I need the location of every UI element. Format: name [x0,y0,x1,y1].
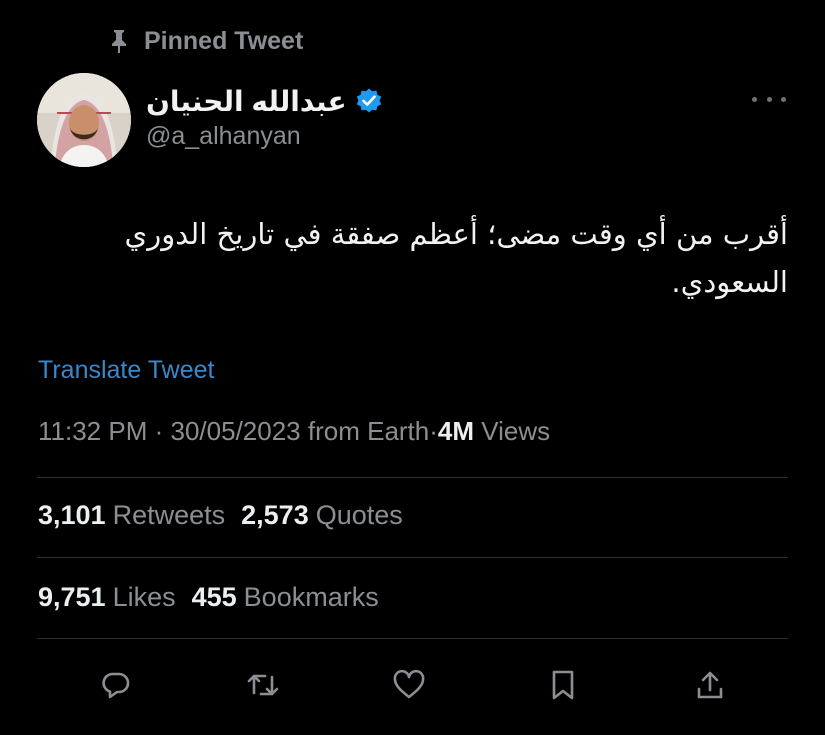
separator-dot: · [429,416,438,446]
reply-button[interactable] [93,662,139,708]
bookmarks-stat[interactable]: 455 Bookmarks [192,582,379,613]
author-name-row[interactable]: عبدالله الحنيان [146,82,383,120]
divider [37,557,788,558]
quotes-stat[interactable]: 2,573 Quotes [241,500,403,531]
divider [37,477,788,478]
more-dot-icon [766,96,772,102]
bookmarks-label: Bookmarks [243,582,379,612]
bookmarks-count: 455 [191,582,237,612]
tweet-text: أقرب من أي وقت مضى؛ أعظم صفقة في تاريخ ا… [124,217,789,299]
retweets-label: Retweets [112,500,226,530]
stats-row-likes: 9,751 Likes 455 Bookmarks [38,582,379,613]
quotes-label: Quotes [315,500,403,530]
tweet-time[interactable]: 11:32 PM [38,416,147,446]
bookmark-button[interactable] [540,662,586,708]
stats-row-retweets: 3,101 Retweets 2,573 Quotes [38,500,403,531]
views-label: Views [481,416,551,446]
pinned-tweet-indicator: Pinned Tweet [108,26,303,56]
views-count: 4M [437,416,475,446]
retweets-count: 3,101 [38,500,106,530]
more-options-button[interactable] [752,90,786,108]
more-dot-icon [752,96,757,102]
tweet-action-bar [0,662,825,708]
tweet-date[interactable]: 30/05/2023 [171,416,301,446]
quotes-count: 2,573 [241,500,309,530]
retweets-stat[interactable]: 3,101 Retweets [38,500,225,531]
like-icon [392,669,426,701]
verified-badge-icon [355,87,383,115]
display-name[interactable]: عبدالله الحنيان [146,85,347,118]
bookmark-icon [549,669,577,701]
like-button[interactable] [386,662,432,708]
translate-tweet-link[interactable]: Translate Tweet [38,356,214,385]
likes-count: 9,751 [38,582,106,612]
divider [37,638,788,639]
likes-label: Likes [112,582,176,612]
avatar[interactable] [37,73,131,167]
more-dot-icon [781,96,786,102]
separator-dot: · [154,416,164,446]
retweet-icon [246,669,280,701]
author-handle[interactable]: @a_alhanyan [146,122,301,151]
pinned-label: Pinned Tweet [144,26,304,55]
share-button[interactable] [687,662,733,708]
share-icon [695,669,725,701]
reply-icon [100,669,132,701]
retweet-button[interactable] [240,662,286,708]
tweet-source: from Earth [307,416,430,446]
tweet-metadata: 11:32 PM · 30/05/2023 from Earth·4M View… [38,416,550,447]
likes-stat[interactable]: 9,751 Likes [38,582,176,613]
pin-icon [108,29,130,53]
